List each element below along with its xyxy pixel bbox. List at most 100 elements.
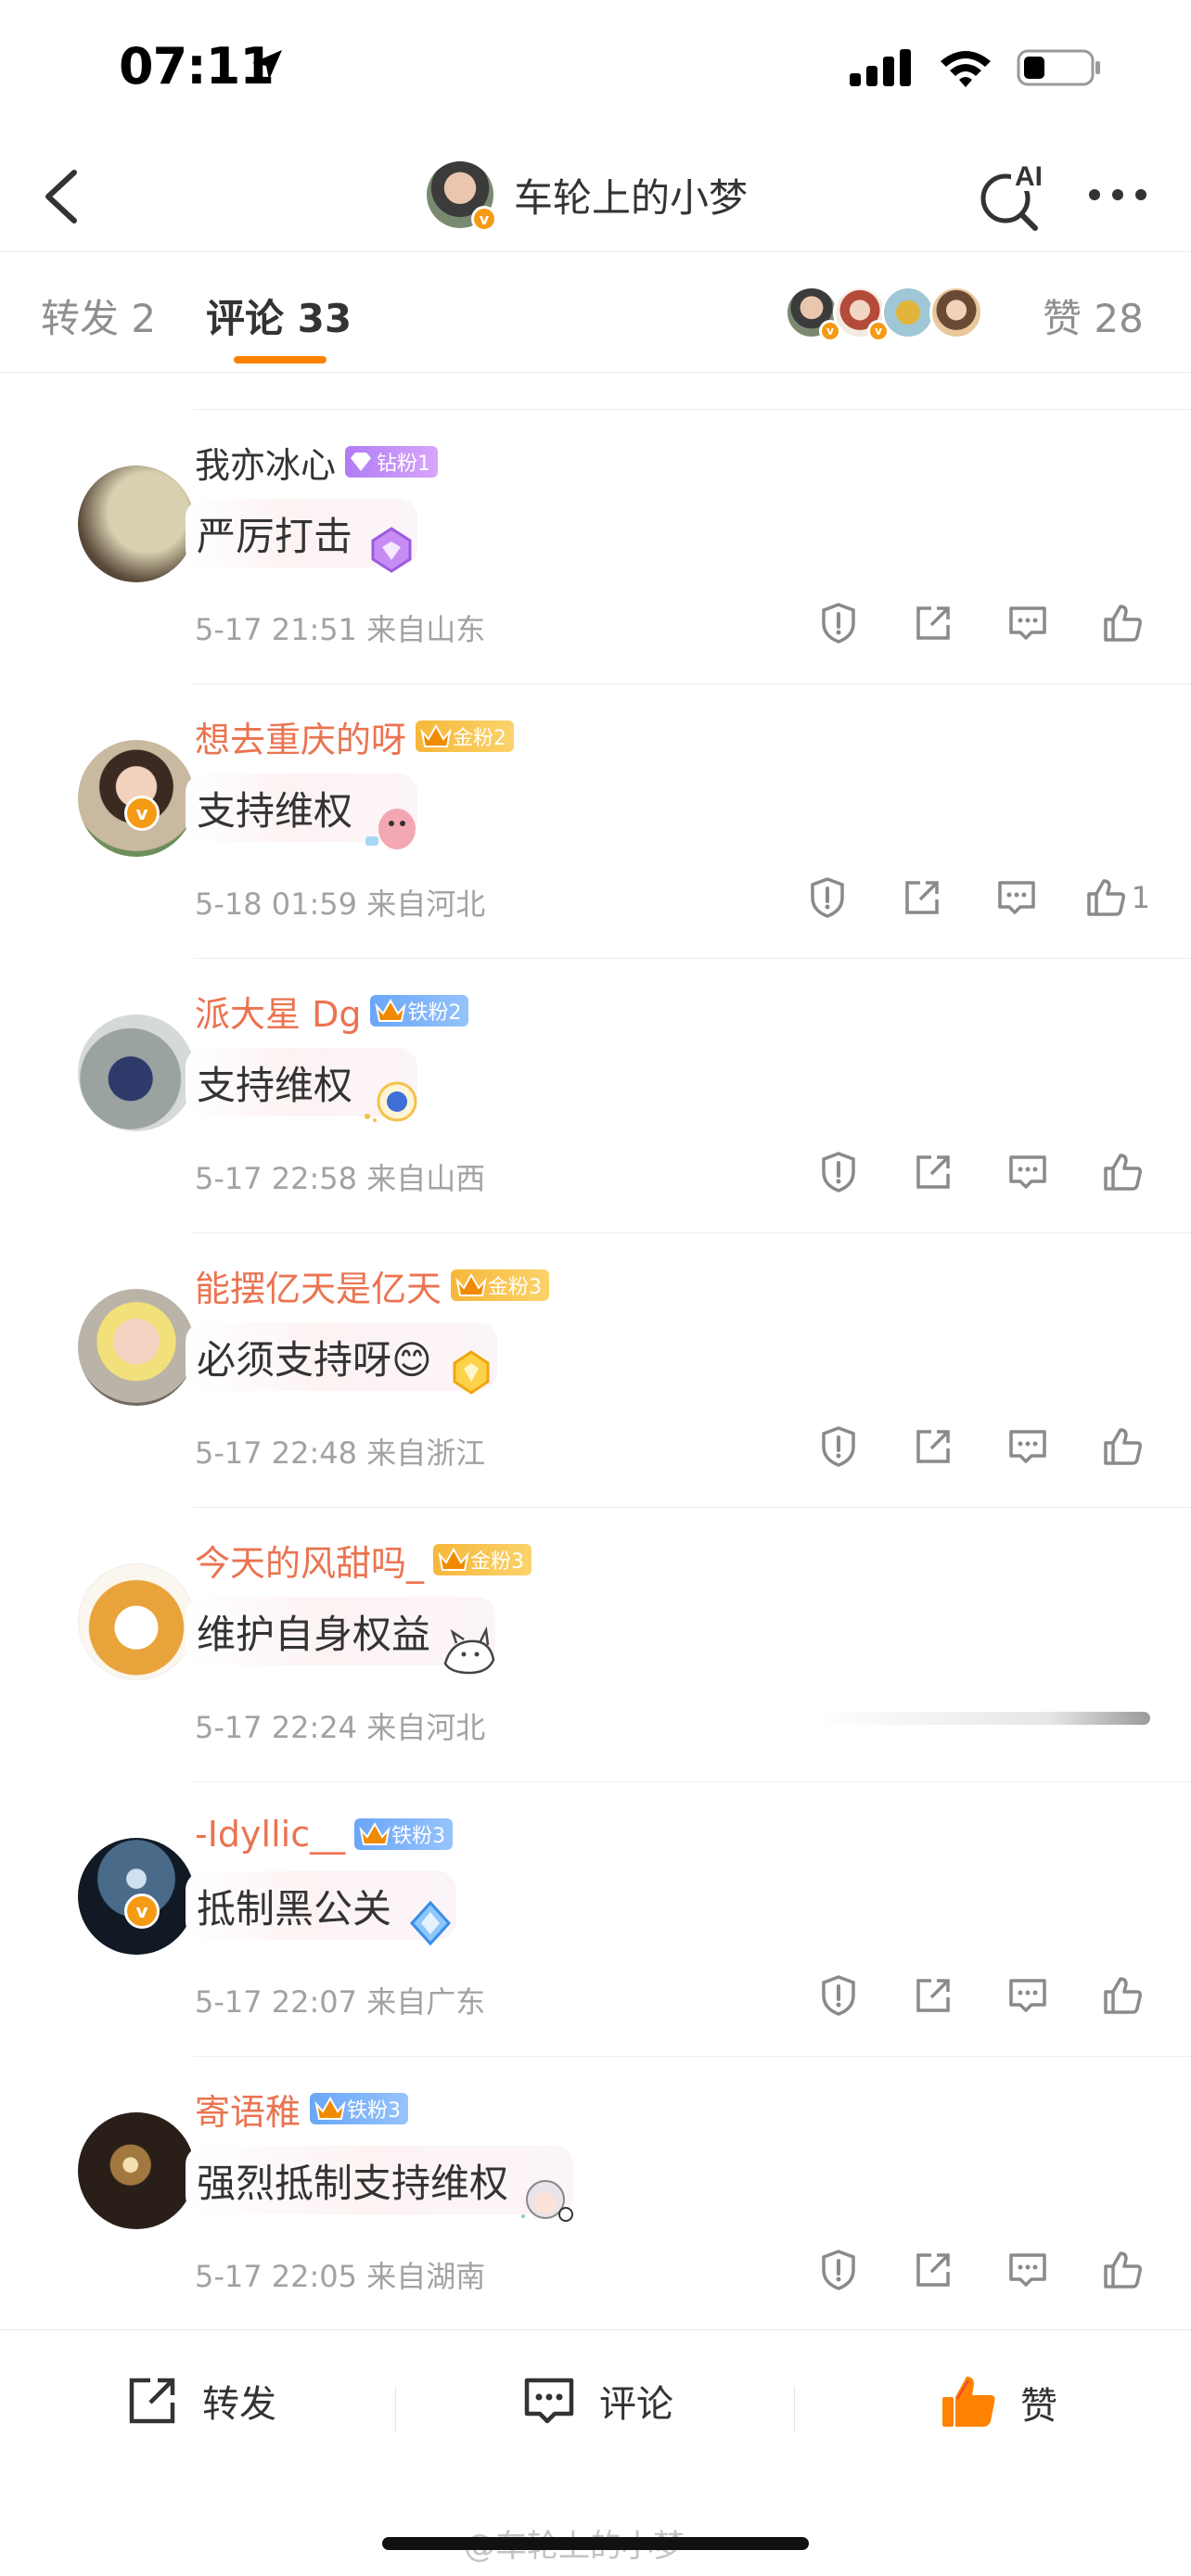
commenter-name[interactable]: 能摆亿天是亿天 — [195, 1260, 442, 1311]
commenter-name[interactable]: 寄语稚 — [195, 2084, 301, 2135]
comment-item[interactable]: 派大星 Dg 铁粉2 支持维权 5-17 22:58 来自山西 — [0, 959, 1191, 1233]
commenter-name[interactable]: 我亦冰心 — [195, 437, 336, 488]
comment-item[interactable]: 今天的风甜吗_ 金粉3 维护自身权益 5-17 22:24 来自河北 — [0, 1508, 1191, 1782]
home-indicator[interactable] — [382, 2537, 809, 2550]
tab-like[interactable]: 赞 28 — [1043, 287, 1144, 344]
thumbs-up-filled-icon — [942, 2377, 995, 2427]
bottom-comment-label: 评论 — [599, 2383, 673, 2426]
comment-actions-loading — [816, 1712, 1150, 1725]
wifi-icon — [941, 51, 991, 87]
comment-icon — [997, 881, 1035, 914]
bottom-like-button[interactable]: 赞 — [937, 2371, 1057, 2434]
like-button[interactable] — [1095, 1144, 1150, 1200]
comment-icon — [1009, 2253, 1046, 2287]
comment-item[interactable]: 我亦冰心 钻粉1 严厉打击 5-17 21:51 来自山东 — [0, 410, 1191, 684]
share-out-icon — [129, 2378, 175, 2424]
tab-comment[interactable]: 评论 33 — [206, 287, 352, 344]
commenter-row: 我亦冰心 钻粉1 — [195, 440, 439, 486]
avatar[interactable] — [39, 1536, 195, 1680]
fan-badge[interactable]: 钻粉1 — [345, 446, 439, 478]
comment-item[interactable]: v -Idyllic__ 铁粉3 抵制黑公关 5-17 22:07 来自广东 — [0, 1782, 1191, 2057]
comment-item[interactable]: 寄语稚 铁粉3 强烈抵制支持维权 5-17 22:05 来自湖南 — [0, 2057, 1191, 2331]
commenter-name[interactable]: 想去重庆的呀 — [195, 711, 406, 762]
thumbs-up-icon — [1104, 1977, 1142, 2014]
back-button[interactable] — [28, 159, 102, 234]
comment-item[interactable]: v 想去重庆的呀 金粉2 支持维权 5-18 01:59 来自河北 1 — [0, 684, 1191, 959]
avatar[interactable]: v — [39, 712, 195, 857]
tab-repost[interactable]: 转发 2 — [41, 287, 156, 344]
fan-badge[interactable]: 金粉3 — [451, 1269, 550, 1301]
shield-alert-icon — [810, 877, 844, 918]
fan-badge[interactable]: 铁粉2 — [370, 995, 469, 1027]
avatar — [929, 286, 983, 339]
report-button[interactable] — [800, 870, 855, 925]
like-button[interactable]: 1 — [1083, 870, 1150, 925]
astronaut-sticker-icon — [365, 1081, 417, 1122]
comment-bubble: 严厉打击 — [186, 499, 418, 573]
bottom-comment-button[interactable]: 评论 — [519, 2371, 673, 2430]
reply-button[interactable] — [1000, 595, 1056, 651]
comment-text: 支持维权 — [197, 1062, 353, 1108]
like-button[interactable] — [1095, 1419, 1150, 1474]
profile-link[interactable]: v 车轮上的小梦 — [427, 158, 748, 232]
more-button[interactable] — [1085, 174, 1150, 215]
reply-button[interactable] — [1000, 1144, 1056, 1200]
anime-girl-sticker-icon — [521, 2180, 574, 2222]
fan-badge[interactable]: 铁粉3 — [310, 2093, 409, 2124]
commenter-name[interactable]: 今天的风甜吗_ — [195, 1535, 424, 1586]
like-button[interactable] — [1095, 595, 1150, 651]
avatar-image — [78, 1289, 195, 1406]
commenter-name[interactable]: 派大星 Dg — [195, 986, 361, 1037]
repost-button[interactable] — [905, 595, 961, 651]
report-button[interactable] — [811, 1419, 866, 1474]
commenter-name[interactable]: -Idyllic__ — [195, 1814, 345, 1855]
avatar[interactable] — [39, 438, 195, 582]
bottom-repost-button[interactable]: 转发 — [122, 2371, 276, 2430]
status-icons — [848, 46, 1102, 89]
repost-button[interactable] — [905, 1144, 961, 1200]
active-tab-indicator — [234, 356, 327, 363]
avatar[interactable]: v — [39, 1810, 195, 1955]
reply-button[interactable] — [989, 870, 1044, 925]
avatar[interactable] — [39, 2085, 195, 2229]
avatar: v — [427, 161, 497, 232]
like-button[interactable] — [1095, 1968, 1150, 2023]
report-button[interactable] — [811, 1144, 866, 1200]
fan-badge-label: 金粉3 — [488, 1276, 543, 1299]
avatar[interactable] — [39, 1261, 195, 1406]
repost-button[interactable] — [894, 870, 950, 925]
reply-button[interactable] — [1000, 1419, 1056, 1474]
comment-icon — [1009, 1155, 1046, 1189]
thumbs-up-icon — [1104, 605, 1142, 642]
fan-badge[interactable]: 金粉2 — [416, 721, 515, 752]
repost-button[interactable] — [905, 1968, 961, 2023]
fan-badge-label: 铁粉3 — [391, 1825, 446, 1848]
reply-button[interactable] — [1000, 2242, 1056, 2298]
comment-item[interactable]: 能摆亿天是亿天 金粉3 必须支持呀😊 5-17 22:48 来自浙江 — [0, 1233, 1191, 1508]
divider — [794, 2386, 795, 2432]
crown-icon — [420, 723, 452, 747]
share-out-icon — [904, 881, 939, 914]
ai-search-button[interactable]: AI — [974, 158, 1048, 232]
avatar-image — [78, 1563, 195, 1680]
tab-bar: 转发 2 评论 33 v v 赞 28 — [0, 252, 1191, 373]
fan-badge[interactable]: 金粉3 — [433, 1544, 532, 1575]
fan-badge[interactable]: 铁粉3 — [354, 1818, 454, 1850]
reply-button[interactable] — [1000, 1968, 1056, 2023]
like-count: 1 — [1131, 880, 1150, 915]
comment-text: 必须支持呀😊 — [197, 1336, 432, 1383]
comment-actions — [772, 595, 1150, 651]
share-out-icon — [916, 1430, 950, 1463]
report-button[interactable] — [811, 1968, 866, 2023]
share-out-icon — [916, 2253, 950, 2287]
bottom-action-bar: 转发 评论 赞 — [0, 2329, 1191, 2485]
report-button[interactable] — [811, 2242, 866, 2298]
liker-avatars[interactable]: v v — [785, 286, 983, 342]
verified-badge-icon: v — [471, 206, 497, 232]
like-button[interactable] — [1095, 2242, 1150, 2298]
gold-gem-decoration-icon — [453, 1350, 490, 1395]
avatar[interactable] — [39, 987, 195, 1131]
report-button[interactable] — [811, 595, 866, 651]
repost-button[interactable] — [905, 2242, 961, 2298]
repost-button[interactable] — [905, 1419, 961, 1474]
